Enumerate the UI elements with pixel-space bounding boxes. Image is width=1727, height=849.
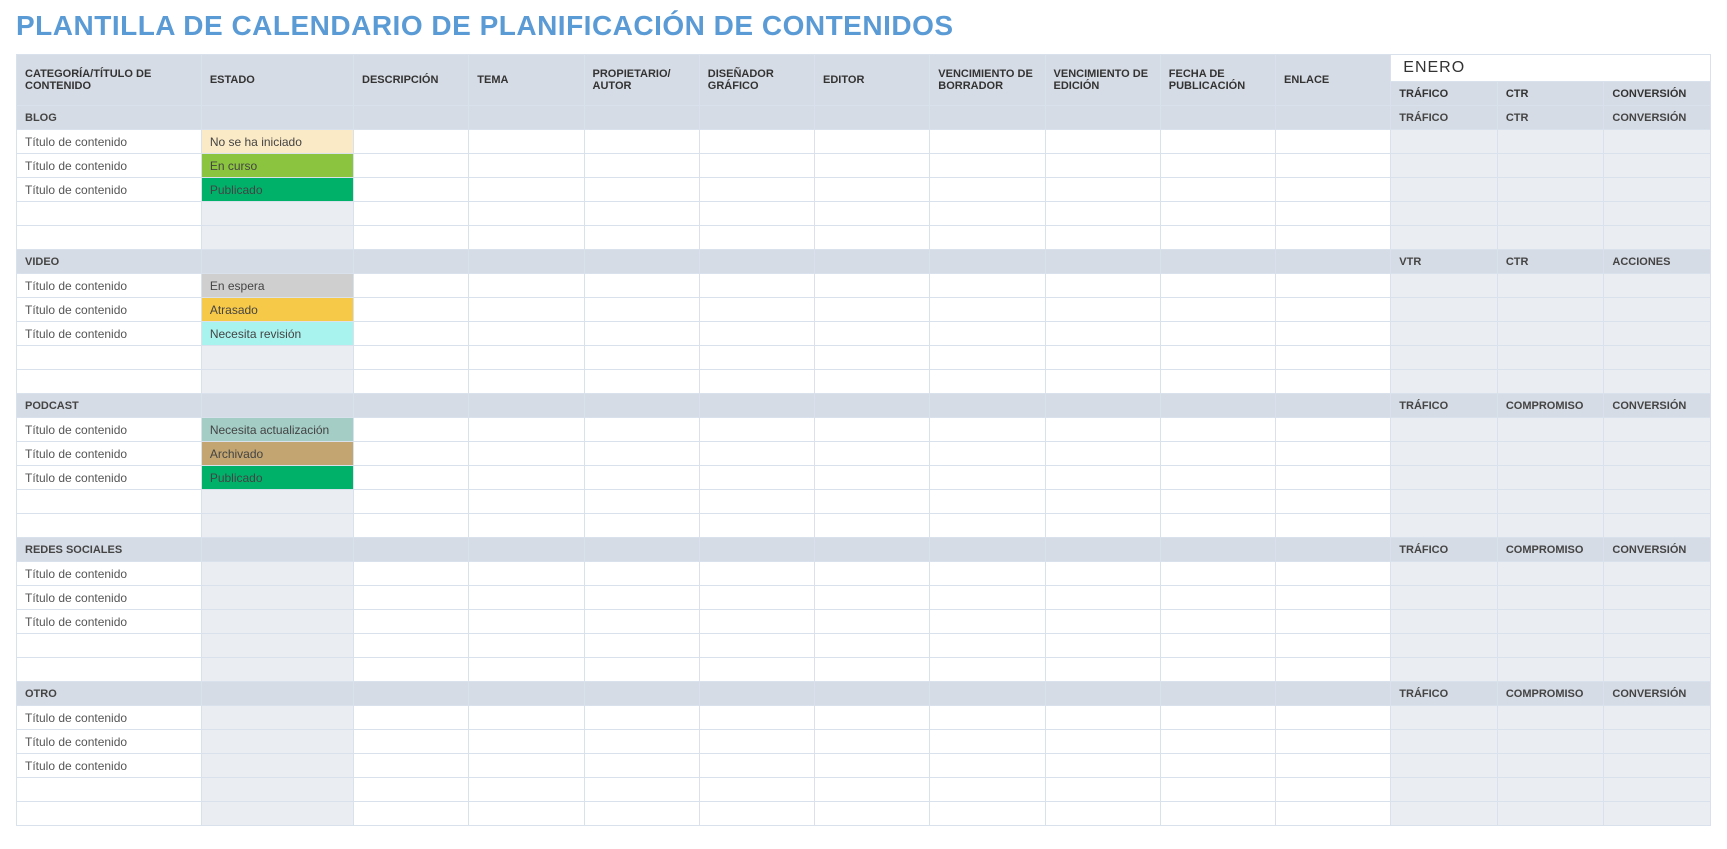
table-row[interactable] xyxy=(17,778,1711,802)
row-title[interactable]: Título de contenido xyxy=(17,178,202,202)
row-title[interactable]: Título de contenido xyxy=(17,610,202,634)
row-title[interactable]: Título de contenido xyxy=(17,730,202,754)
status-cell[interactable]: En curso xyxy=(201,154,353,178)
row-title[interactable]: Título de contenido xyxy=(17,754,202,778)
status-cell[interactable]: Necesita revisión xyxy=(201,322,353,346)
video-metric-3: ACCIONES xyxy=(1604,250,1711,274)
header-tema: TEMA xyxy=(469,55,584,106)
section-redes-label: REDES SOCIALES xyxy=(17,538,202,562)
header-propietario: PROPIETARIO/ AUTOR xyxy=(584,55,699,106)
header-venc-edicion: VENCIMIENTO DE EDICIÓN xyxy=(1045,55,1160,106)
row-title[interactable]: Título de contenido xyxy=(17,706,202,730)
table-row[interactable] xyxy=(17,370,1711,394)
table-row[interactable]: Título de contenido Necesita actualizaci… xyxy=(17,418,1711,442)
table-row[interactable] xyxy=(17,634,1711,658)
table-row[interactable]: Título de contenido xyxy=(17,706,1711,730)
blog-metric-2: CTR xyxy=(1497,82,1604,106)
status-cell[interactable]: En espera xyxy=(201,274,353,298)
table-row[interactable] xyxy=(17,202,1711,226)
table-row[interactable]: Título de contenido En curso xyxy=(17,154,1711,178)
table-row[interactable] xyxy=(17,346,1711,370)
otro-metric-3: CONVERSIÓN xyxy=(1604,682,1711,706)
status-cell[interactable]: Publicado xyxy=(201,178,353,202)
table-row[interactable] xyxy=(17,802,1711,826)
header-row-1: CATEGORÍA/TÍTULO DE CONTENIDO ESTADO DES… xyxy=(17,55,1711,82)
header-venc-borrador: VENCIMIENTO DE BORRADOR xyxy=(930,55,1045,106)
status-cell[interactable]: Necesita actualización xyxy=(201,418,353,442)
header-editor: EDITOR xyxy=(815,55,930,106)
status-cell[interactable]: Publicado xyxy=(201,466,353,490)
video-metric-2: CTR xyxy=(1497,250,1604,274)
header-descripcion: DESCRIPCIÓN xyxy=(354,55,469,106)
blog-metric-3b: CONVERSIÓN xyxy=(1604,106,1711,130)
row-title[interactable]: Título de contenido xyxy=(17,418,202,442)
table-row[interactable]: Título de contenido xyxy=(17,610,1711,634)
table-row[interactable]: Título de contenido xyxy=(17,562,1711,586)
row-title[interactable]: Título de contenido xyxy=(17,274,202,298)
month-header[interactable]: ENERO xyxy=(1391,55,1711,82)
header-estado: ESTADO xyxy=(201,55,353,106)
redes-metric-2: COMPROMISO xyxy=(1497,538,1604,562)
row-title[interactable]: Título de contenido xyxy=(17,442,202,466)
header-disenador: DISEÑADOR GRÁFICO xyxy=(699,55,814,106)
table-row[interactable]: Título de contenido Atrasado xyxy=(17,298,1711,322)
table-row[interactable] xyxy=(17,514,1711,538)
table-row[interactable] xyxy=(17,658,1711,682)
section-blog-label: BLOG xyxy=(17,106,202,130)
row-title[interactable]: Título de contenido xyxy=(17,322,202,346)
section-video-label: VIDEO xyxy=(17,250,202,274)
section-blog: BLOG TRÁFICO CTR CONVERSIÓN xyxy=(17,106,1711,130)
section-video: VIDEO VTR CTR ACCIONES xyxy=(17,250,1711,274)
status-cell[interactable]: No se ha iniciado xyxy=(201,130,353,154)
section-otro: OTRO TRÁFICO COMPROMISO CONVERSIÓN xyxy=(17,682,1711,706)
status-cell[interactable]: Archivado xyxy=(201,442,353,466)
otro-metric-1: TRÁFICO xyxy=(1391,682,1498,706)
status-cell[interactable]: Atrasado xyxy=(201,298,353,322)
row-title[interactable]: Título de contenido xyxy=(17,586,202,610)
table-row[interactable] xyxy=(17,490,1711,514)
row-title[interactable]: Título de contenido xyxy=(17,154,202,178)
row-title[interactable]: Título de contenido xyxy=(17,298,202,322)
table-row[interactable]: Título de contenido No se ha iniciado xyxy=(17,130,1711,154)
row-title[interactable]: Título de contenido xyxy=(17,562,202,586)
blog-metric-1: TRÁFICO xyxy=(1391,82,1498,106)
redes-metric-3: CONVERSIÓN xyxy=(1604,538,1711,562)
blog-metric-1b: TRÁFICO xyxy=(1391,106,1498,130)
blog-metric-3: CONVERSIÓN xyxy=(1604,82,1711,106)
page-title: PLANTILLA DE CALENDARIO DE PLANIFICACIÓN… xyxy=(16,10,1711,42)
table-row[interactable]: Título de contenido xyxy=(17,730,1711,754)
header-categoria: CATEGORÍA/TÍTULO DE CONTENIDO xyxy=(17,55,202,106)
table-row[interactable]: Título de contenido Necesita revisión xyxy=(17,322,1711,346)
table-row[interactable] xyxy=(17,226,1711,250)
podcast-metric-3: CONVERSIÓN xyxy=(1604,394,1711,418)
otro-metric-2: COMPROMISO xyxy=(1497,682,1604,706)
table-row[interactable]: Título de contenido xyxy=(17,586,1711,610)
podcast-metric-1: TRÁFICO xyxy=(1391,394,1498,418)
table-row[interactable]: Título de contenido xyxy=(17,754,1711,778)
blog-metric-2b: CTR xyxy=(1497,106,1604,130)
table-row[interactable]: Título de contenido Publicado xyxy=(17,178,1711,202)
table-row[interactable]: Título de contenido Publicado xyxy=(17,466,1711,490)
section-podcast-label: PODCAST xyxy=(17,394,202,418)
video-metric-1: VTR xyxy=(1391,250,1498,274)
section-redes: REDES SOCIALES TRÁFICO COMPROMISO CONVER… xyxy=(17,538,1711,562)
redes-metric-1: TRÁFICO xyxy=(1391,538,1498,562)
content-calendar-table: CATEGORÍA/TÍTULO DE CONTENIDO ESTADO DES… xyxy=(16,54,1711,826)
section-podcast: PODCAST TRÁFICO COMPROMISO CONVERSIÓN xyxy=(17,394,1711,418)
table-row[interactable]: Título de contenido En espera xyxy=(17,274,1711,298)
section-otro-label: OTRO xyxy=(17,682,202,706)
header-enlace: ENLACE xyxy=(1276,55,1391,106)
row-title[interactable]: Título de contenido xyxy=(17,130,202,154)
table-row[interactable]: Título de contenido Archivado xyxy=(17,442,1711,466)
header-fecha-pub: FECHA DE PUBLICACIÓN xyxy=(1160,55,1275,106)
row-title[interactable]: Título de contenido xyxy=(17,466,202,490)
podcast-metric-2: COMPROMISO xyxy=(1497,394,1604,418)
